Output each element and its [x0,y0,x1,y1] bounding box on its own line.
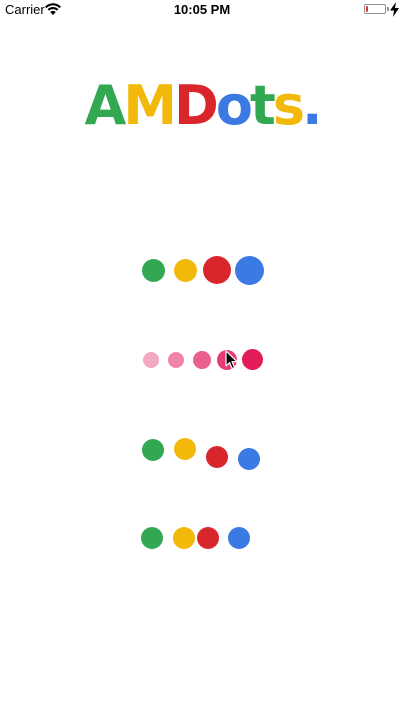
loader-dot-blue [228,527,250,549]
loader-dot-green [141,527,163,549]
loader-dot-pink-5 [242,349,263,370]
status-bar: Carrier 10:05 PM [0,0,404,20]
loader-dot-green [142,439,164,461]
battery-level [366,6,368,12]
battery-icon [364,4,389,14]
logo-letter: t [249,74,276,137]
logo-letter: D [174,74,219,137]
loader-dot-yellow [173,527,195,549]
app-logo: AMDots. [0,76,404,136]
loader-dot-red [197,527,219,549]
loader-dot-green [142,259,165,282]
loader-dot-yellow [174,438,196,460]
logo-letter: o [215,74,253,137]
loader-dot-pink-3 [193,351,211,369]
logo-letter: . [301,74,322,137]
loader-dot-pink-1 [143,352,159,368]
clock: 10:05 PM [173,2,231,17]
loader-dot-yellow [174,259,197,282]
loader-dot-red [206,446,228,468]
loader-dot-pink-2 [168,352,184,368]
mouse-pointer-icon [225,350,238,370]
logo-letter: s [272,74,305,137]
loader-dot-red [203,256,231,284]
charging-bolt-icon [390,2,399,17]
logo-letter: A [84,74,127,137]
loader-dot-blue [235,256,264,285]
logo-letter: M [123,74,177,137]
loader-dot-blue [238,448,260,470]
